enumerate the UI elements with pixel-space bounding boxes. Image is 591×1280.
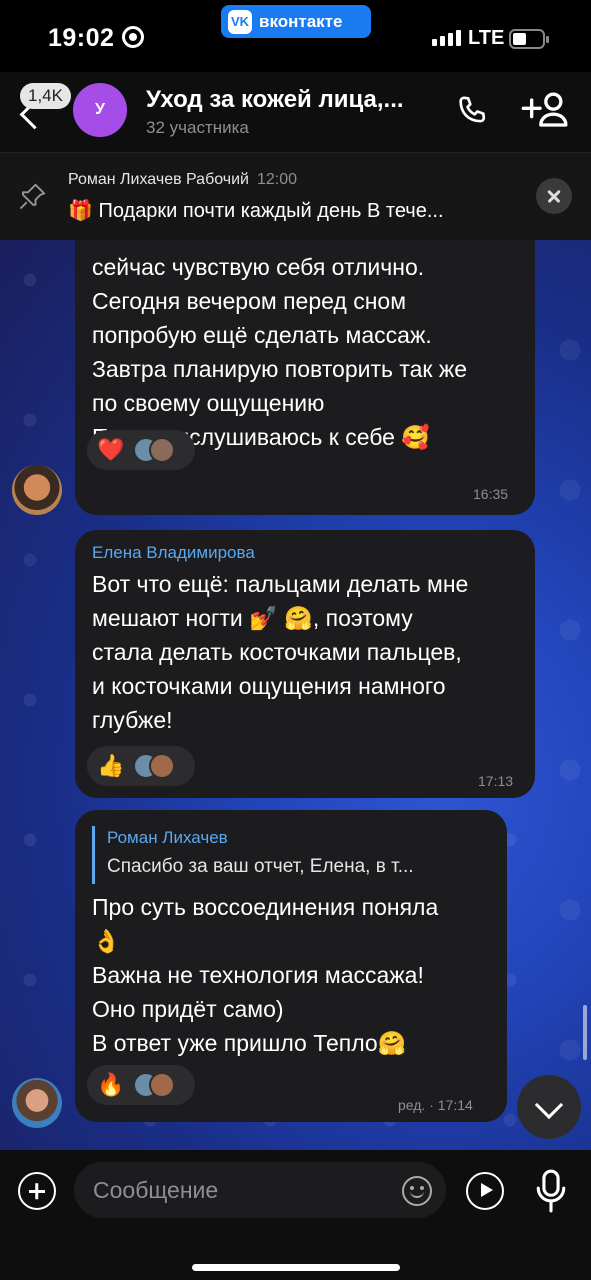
chat-messages[interactable]: сейчас чувствую себя отлично. Сегодня ве…: [0, 240, 591, 1150]
reaction-chip[interactable]: ❤️: [87, 430, 195, 470]
status-time: 19:02: [48, 24, 115, 52]
attach-button[interactable]: [18, 1172, 56, 1210]
sender-name[interactable]: Елена Владимирова: [92, 543, 255, 563]
message-text: сейчас чувствую себя отлично. Сегодня ве…: [92, 254, 468, 450]
reaction-chip[interactable]: 👍: [87, 746, 195, 786]
reaction-emoji: 👍: [97, 753, 125, 778]
group-avatar[interactable]: У: [73, 83, 127, 137]
message-time: ред. · 17:14: [398, 1097, 473, 1113]
network-type: LTE: [468, 27, 505, 49]
message-composer: Сообщение: [0, 1150, 591, 1280]
battery-icon: [509, 29, 549, 49]
scrollbar[interactable]: [583, 1005, 587, 1060]
vk-pill-label: вконтакте: [259, 11, 343, 31]
reactor-avatar: [149, 437, 175, 463]
message-time: 17:13: [478, 773, 514, 789]
message-placeholder: Сообщение: [93, 1177, 219, 1203]
gear-icon: [122, 26, 144, 48]
avatar[interactable]: [12, 1078, 62, 1128]
home-indicator: [192, 1264, 400, 1271]
emoji-icon[interactable]: [402, 1176, 432, 1206]
reply-quote[interactable]: Роман Лихачев Спасибо за ваш отчет, Елен…: [92, 826, 414, 884]
microphone-icon[interactable]: [534, 1168, 568, 1214]
unread-badge: 1,4K: [20, 83, 71, 109]
signal-icon: [432, 30, 461, 46]
close-pinned-button[interactable]: [536, 178, 572, 214]
status-bar: 19:02 VK вконтакте LTE: [0, 0, 591, 72]
vk-logo-icon: VK: [228, 9, 252, 34]
message-bubble[interactable]: Роман Лихачев Спасибо за ваш отчет, Елен…: [75, 810, 507, 1122]
message-input[interactable]: Сообщение: [74, 1162, 446, 1218]
chat-header: 1,4K У Уход за кожей лица,... 32 участни…: [0, 72, 591, 152]
reaction-chip[interactable]: 🔥: [87, 1065, 195, 1105]
pinned-time: 12:00: [257, 171, 298, 188]
reactor-avatar: [149, 1072, 175, 1098]
reply-author: Роман Лихачев: [107, 828, 228, 847]
reaction-emoji: ❤️: [97, 437, 125, 462]
vk-app-pill[interactable]: VK вконтакте: [221, 5, 371, 38]
message-bubble[interactable]: Елена Владимирова Вот что ещё: пальцами …: [75, 530, 535, 798]
add-user-icon[interactable]: [520, 90, 570, 130]
reactor-avatar: [149, 753, 175, 779]
chat-subtitle: 32 участника: [146, 118, 249, 137]
reaction-emoji: 🔥: [97, 1072, 125, 1097]
scroll-down-button[interactable]: [517, 1075, 581, 1139]
message-text: Вот что ещё: пальцами делать мне мешают …: [92, 571, 469, 733]
pin-icon: [19, 183, 46, 210]
phone-icon[interactable]: [453, 92, 493, 132]
message-text: Про суть воссоединения поняла 👌 Важна не…: [92, 894, 439, 1056]
chat-title[interactable]: Уход за кожей лица,...: [146, 86, 404, 114]
pinned-text: 🎁 Подарки почти каждый день В тече...: [68, 200, 444, 222]
pinned-message[interactable]: Роман Лихачев Рабочий 12:00 🎁 Подарки поч…: [0, 152, 591, 240]
message-bubble[interactable]: сейчас чувствую себя отлично. Сегодня ве…: [75, 240, 535, 515]
message-time: 16:35: [473, 486, 509, 502]
avatar[interactable]: [12, 465, 62, 515]
pinned-author-name: Роман Лихачев Рабочий: [68, 171, 249, 188]
pinned-author: Роман Лихачев Рабочий 12:00: [68, 171, 297, 189]
play-icon[interactable]: [466, 1172, 504, 1210]
reply-text: Спасибо за ваш отчет, Елена, в т...: [107, 856, 414, 877]
